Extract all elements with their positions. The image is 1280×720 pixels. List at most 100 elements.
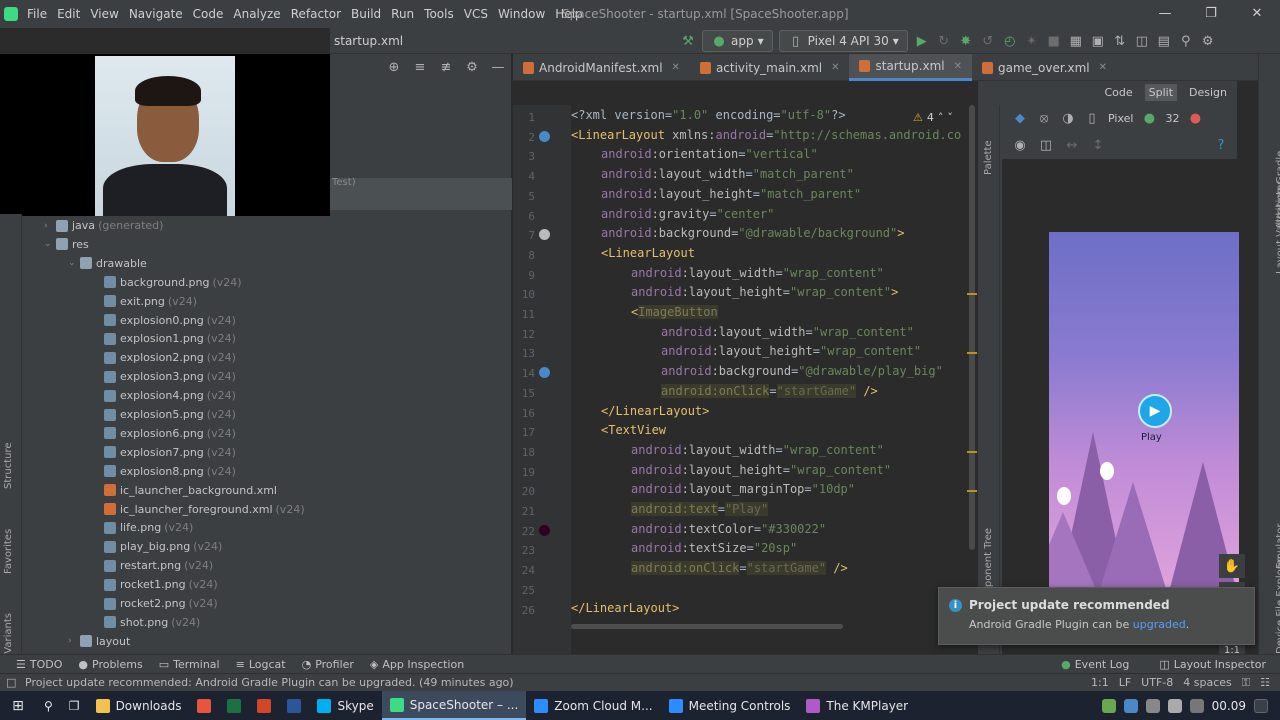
indent-setting[interactable]: 4 spaces — [1183, 676, 1232, 690]
tree-file[interactable]: rocket1.png (v24) — [92, 575, 218, 594]
code-line[interactable]: android:layout_width="match_parent" — [571, 167, 854, 181]
menu-item-tools[interactable]: Tools — [419, 0, 459, 28]
tree-file[interactable]: explosion4.png (v24) — [92, 386, 236, 405]
code-line[interactable]: <LinearLayout — [571, 246, 695, 260]
taskbar-app-zoom-cloud-m-[interactable]: Zoom Cloud M... — [526, 691, 660, 720]
code-line[interactable]: <?xml version="1.0" encoding="utf-8"?> — [571, 108, 846, 122]
tree-file[interactable]: shot.png (v24) — [92, 613, 200, 632]
tree-file[interactable]: explosion2.png (v24) — [92, 348, 236, 367]
code-line[interactable]: <ImageButton — [571, 305, 718, 319]
menu-item-file[interactable]: File — [22, 0, 52, 28]
menu-item-window[interactable]: Window — [493, 0, 550, 28]
code-line[interactable]: android:onClick="startGame" /> — [571, 383, 878, 398]
sync-icon[interactable]: ⇅ — [1112, 33, 1128, 49]
search-button[interactable]: ⚲ — [36, 691, 61, 720]
selected-tree-row[interactable]: Test) — [330, 178, 512, 210]
code-line[interactable]: android:layout_width="wrap_content" — [571, 443, 884, 457]
tree-file[interactable]: explosion0.png (v24) — [92, 311, 236, 330]
horizontal-scrollbar[interactable] — [571, 624, 843, 629]
code-line[interactable]: android:textColor="#330022" — [571, 522, 826, 536]
code-line[interactable]: android:orientation="vertical" — [571, 147, 818, 161]
breadcrumb-file[interactable]: startup.xml — [334, 34, 403, 48]
tab-game-over-xml[interactable]: game_over.xml ✕ — [972, 54, 1117, 81]
warning-marker[interactable] — [967, 490, 977, 493]
close-icon[interactable]: ✕ — [954, 61, 962, 72]
emulator-icon[interactable]: ▤ — [1156, 33, 1172, 49]
tree-file[interactable]: exit.png (v24) — [92, 292, 197, 311]
toolwindow-layout-inspector[interactable]: ◫ Layout Inspector — [1159, 658, 1266, 671]
debug-icon[interactable]: ✸ — [958, 33, 974, 49]
play-text[interactable]: Play — [1141, 432, 1162, 443]
code-line[interactable]: android:onClick="startGame" /> — [571, 561, 848, 576]
code-line[interactable]: android:layout_width="wrap_content" — [571, 266, 884, 280]
phone-preview[interactable]: ▶ Play — [1049, 232, 1239, 592]
warning-marker[interactable] — [967, 450, 977, 453]
mode-design[interactable]: Design — [1185, 84, 1231, 101]
status-message[interactable]: Project update recommended: Android Grad… — [25, 676, 514, 689]
update-notification[interactable]: i Project update recommended Android Gra… — [938, 587, 1255, 645]
device-manager-icon[interactable]: ▦ — [1068, 33, 1084, 49]
tree-arrow-icon[interactable]: ⌄ — [68, 258, 80, 268]
tree-file[interactable]: background.png (v24) — [92, 273, 242, 292]
tab-activity-main-xml[interactable]: activity_main.xml ✕ — [690, 54, 850, 81]
tree-file[interactable]: play_big.png (v24) — [92, 537, 222, 556]
menu-item-refactor[interactable]: Refactor — [286, 0, 346, 28]
toolwindow-event-log[interactable]: ● Event Log — [1061, 658, 1129, 671]
close-icon[interactable]: ✕ — [1234, 0, 1280, 28]
toolwindow-terminal[interactable]: ▭ Terminal — [159, 658, 220, 671]
file-encoding[interactable]: UTF-8 — [1141, 676, 1173, 690]
pinned-app[interactable] — [219, 691, 249, 720]
tree-file[interactable]: explosion3.png (v24) — [92, 367, 236, 386]
error-icon[interactable]: ● — [1187, 110, 1203, 126]
settings-icon[interactable]: ⚙ — [1200, 33, 1216, 49]
lock-icon[interactable]: ⚿ — [1242, 676, 1250, 690]
tree-file[interactable]: life.png (v24) — [92, 518, 193, 537]
close-icon[interactable]: ✕ — [672, 62, 680, 73]
app-tray-icon[interactable] — [1101, 698, 1116, 713]
tree-folder[interactable]: › java (generated) — [44, 216, 163, 235]
vcs-change-icon[interactable] — [539, 130, 550, 142]
caret-position[interactable]: 1:1 — [1091, 676, 1109, 690]
hammer-icon[interactable]: ⚒ — [680, 33, 696, 49]
toolwindow-problems[interactable]: ● Problems — [78, 658, 142, 671]
chevron-up-icon[interactable]: ˄ — [938, 111, 944, 124]
code-line[interactable]: android:layout_height="wrap_content" — [571, 463, 891, 477]
search-icon[interactable]: ⚲ — [1178, 33, 1194, 49]
api-level[interactable]: 32 — [1165, 112, 1179, 125]
menu-item-code[interactable]: Code — [188, 0, 229, 28]
battery-icon[interactable] — [1189, 698, 1204, 713]
taskbar-app-meeting-controls[interactable]: Meeting Controls — [661, 691, 799, 720]
tree-file[interactable]: explosion5.png (v24) — [92, 405, 236, 424]
tab-androidmanifest-xml[interactable]: AndroidManifest.xml ✕ — [513, 54, 690, 81]
code-line[interactable]: android:background="@drawable/play_big" — [571, 364, 943, 378]
code-line[interactable]: android:layout_marginTop="10dp" — [571, 482, 855, 496]
tree-file[interactable]: explosion7.png (v24) — [92, 443, 236, 462]
pinned-app[interactable] — [279, 691, 309, 720]
toolwindow-todo[interactable]: ☰ TODO — [16, 658, 62, 671]
side-tab-structure[interactable]: Structure — [3, 442, 14, 489]
code-line[interactable]: android:background="@drawable/background… — [571, 226, 904, 240]
play-button-icon[interactable]: ▶ — [1138, 394, 1172, 428]
toolwindow-app-inspection[interactable]: ◈ App Inspection — [370, 658, 464, 671]
orientation-icon[interactable]: ⦻ — [1036, 110, 1052, 126]
notifications-icon[interactable] — [1254, 698, 1268, 713]
code-line[interactable]: <LinearLayout xmlns:android="http://sche… — [571, 128, 961, 142]
tree-folder[interactable]: ⌄ res — [44, 235, 89, 254]
preview-device[interactable]: Pixel — [1108, 112, 1133, 125]
code-line[interactable]: </LinearLayout> — [571, 601, 679, 615]
tree-file[interactable]: explosion8.png (v24) — [92, 462, 236, 481]
vertical-resize-icon[interactable]: ↕ — [1090, 137, 1106, 153]
reference-icon[interactable] — [539, 367, 550, 379]
code-line[interactable]: android:layout_height="wrap_content" — [571, 344, 921, 358]
minimize-icon[interactable]: — — [1142, 0, 1188, 28]
code-editor[interactable]: 1 2 3 4 5 6 7 8 9 10 11 12 13 14 15 16 17 18 19 20 21 22 23 24 2… — [513, 81, 977, 654]
menu-item-build[interactable]: Build — [346, 0, 386, 28]
expand-all-icon[interactable]: ≡ — [412, 59, 428, 75]
code-line[interactable]: </LinearLayout> — [571, 404, 709, 418]
tree-arrow-icon[interactable]: › — [68, 636, 80, 646]
code-line[interactable]: android:layout_width="wrap_content" — [571, 325, 914, 339]
taskbar-app-skype[interactable]: Skype — [309, 691, 381, 720]
stop-icon[interactable]: ■ — [1046, 33, 1062, 49]
clock[interactable]: 00.09 — [1212, 699, 1246, 713]
image-preview-icon[interactable] — [539, 229, 550, 241]
